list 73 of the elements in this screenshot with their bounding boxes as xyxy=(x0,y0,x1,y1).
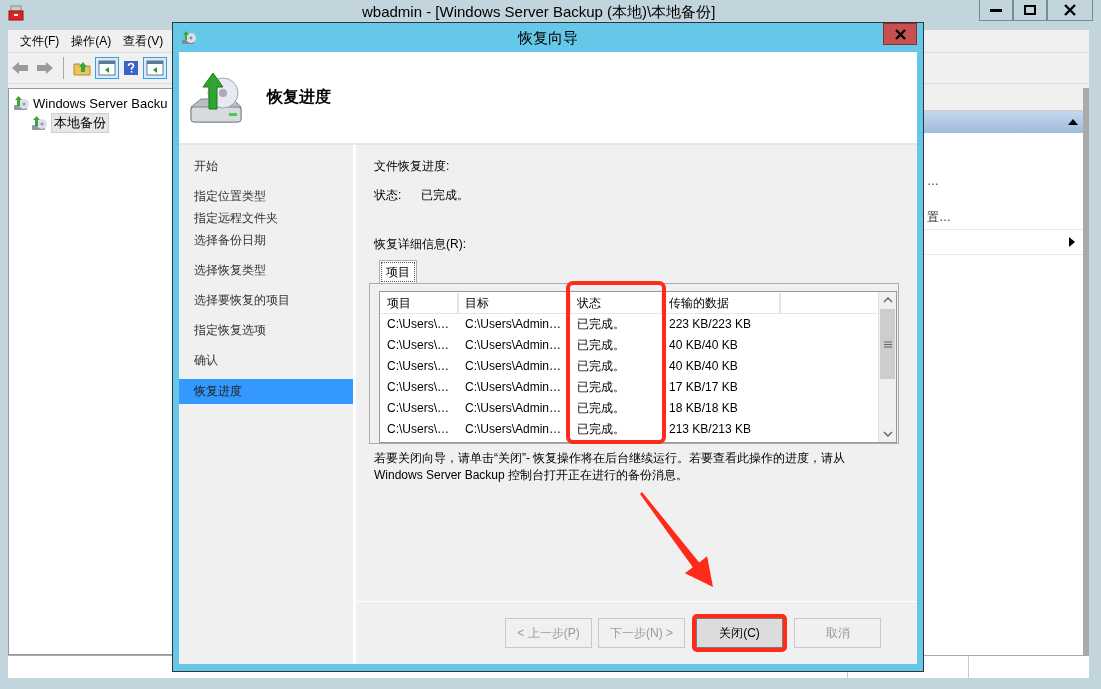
close-icon xyxy=(894,28,906,40)
wizard-step: 选择备份日期 xyxy=(179,229,353,251)
wizard-step: 指定位置类型 xyxy=(179,185,353,207)
table-cell: C:\Users\Admin… xyxy=(465,359,562,373)
table-cell: C:\Users\… xyxy=(387,422,449,436)
action-item[interactable]: 置… xyxy=(921,208,951,226)
table-cell: C:\Users\Admin… xyxy=(465,338,562,352)
wizard-step: 恢复进度 xyxy=(179,379,353,404)
table-cell: C:\Users\… xyxy=(387,380,449,394)
details-label: 恢复详细信息(R): xyxy=(374,236,467,253)
submenu-arrow-icon[interactable] xyxy=(1069,237,1075,247)
table-cell: 已完成。 xyxy=(577,359,625,373)
folder-up-icon[interactable] xyxy=(73,60,91,76)
grip-icon xyxy=(883,340,892,348)
table-cell: C:\Users\… xyxy=(387,401,449,415)
column-header[interactable]: 传输的数据 xyxy=(669,296,729,310)
table-cell: 40 KB/40 KB xyxy=(669,338,738,352)
pane-icon[interactable] xyxy=(98,60,116,76)
table-cell: 已完成。 xyxy=(577,422,625,436)
column-header[interactable]: 状态 xyxy=(577,296,601,310)
close-icon xyxy=(1064,4,1076,16)
table-cell: 已完成。 xyxy=(577,338,625,352)
help-icon[interactable] xyxy=(123,60,139,76)
toolbox-icon xyxy=(8,5,24,21)
table-cell: C:\Users\… xyxy=(387,359,449,373)
table-cell: 已完成。 xyxy=(577,380,625,394)
column-header[interactable]: 项目 xyxy=(387,296,411,310)
backup-icon xyxy=(31,114,48,132)
table-cell: 17 KB/17 KB xyxy=(669,380,738,394)
menu-item[interactable]: 文件(F) xyxy=(16,32,64,50)
pane-icon[interactable] xyxy=(146,60,164,76)
table-cell: 40 KB/40 KB xyxy=(669,359,738,373)
wizard-step: 开始 xyxy=(179,155,353,177)
maximize-icon xyxy=(1024,5,1036,15)
wizard-step: 确认 xyxy=(179,349,353,371)
maximize-button[interactable] xyxy=(1013,0,1047,21)
wizard-step: 指定恢复选项 xyxy=(179,319,353,341)
status-value: 已完成。 xyxy=(421,187,470,204)
menu-item[interactable]: 操作(A) xyxy=(67,32,116,50)
table-cell: C:\Users\… xyxy=(387,338,449,352)
progress-label: 文件恢复进度: xyxy=(374,158,451,175)
backup-icon xyxy=(13,94,30,112)
scrollbar[interactable] xyxy=(878,292,896,442)
table-cell: C:\Users\Admin… xyxy=(465,401,562,415)
dialog-title: 恢复向导 xyxy=(518,29,578,46)
collapse-arrow-icon[interactable] xyxy=(1068,119,1078,125)
page-heading: 恢复进度 xyxy=(267,87,331,107)
window-title: wbadmin - [Windows Server Backup (本地)\本地备份] xyxy=(362,3,716,22)
tree-item[interactable]: 本地备份 xyxy=(51,113,109,133)
table-cell: 223 KB/223 KB xyxy=(669,317,752,331)
column-header[interactable]: 目标 xyxy=(465,296,489,310)
status-label: 状态: xyxy=(374,187,402,204)
menu-item[interactable]: 查看(V) xyxy=(119,32,168,50)
table-cell: C:\Users\Admin… xyxy=(465,380,562,394)
minimize-button[interactable] xyxy=(979,0,1013,21)
wizard-step: 选择恢复类型 xyxy=(179,259,353,281)
backup-icon xyxy=(181,29,197,46)
wizard-button[interactable]: 关闭(C) xyxy=(696,618,783,648)
instruction-text: 若要关闭向导，请单击“关闭”- 恢复操作将在后台继续运行。若要查看此操作的进度，请从 Windows Server Backup 控制台打开正在进行的备份消息。 xyxy=(374,450,847,484)
wizard-step: 选择要恢复的项目 xyxy=(179,289,353,311)
minimize-icon xyxy=(990,8,1002,12)
table-cell: C:\Users\Admin… xyxy=(465,317,562,331)
tab[interactable]: 项目 xyxy=(379,260,417,284)
table-cell: 已完成。 xyxy=(577,317,625,331)
table-cell: C:\Users\Admin… xyxy=(465,422,562,436)
table-cell: C:\Users\… xyxy=(387,317,449,331)
action-item[interactable]: … xyxy=(921,174,939,188)
close-button[interactable] xyxy=(1047,0,1093,21)
table-cell: 18 KB/18 KB xyxy=(669,401,738,415)
wizard-step: 指定远程文件夹 xyxy=(179,207,353,229)
table-cell: 213 KB/213 KB xyxy=(669,422,752,436)
table-cell: 已完成。 xyxy=(577,401,625,415)
tree-item[interactable]: Windows Server Backu xyxy=(33,95,168,111)
